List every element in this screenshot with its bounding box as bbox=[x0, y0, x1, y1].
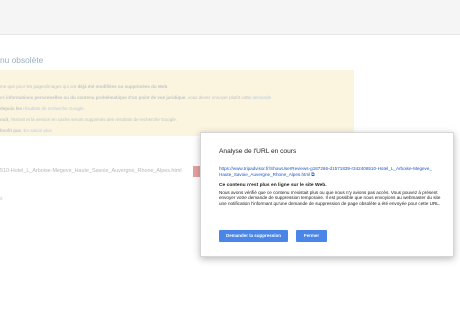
close-button[interactable]: Fermer bbox=[296, 230, 327, 242]
external-link-icon[interactable]: ⧉ bbox=[311, 172, 315, 179]
dialog-title: Analyse de l'URL en cours bbox=[219, 148, 297, 155]
info-line-4: ouit, l'extrait et la version en cache s… bbox=[0, 117, 177, 123]
info-bold-text: déjà été modifiées ou supprimées du Web bbox=[77, 84, 168, 89]
info-line-5: bsolit pas. En savoir plus bbox=[0, 128, 52, 134]
url-input[interactable]: 510-Hotel_L_Arboise-Megeve_Haute_Savoie_… bbox=[0, 166, 190, 177]
request-removal-button[interactable]: Demander la suppression bbox=[219, 230, 288, 242]
dialog-url-link[interactable]: https://www.tripadvisor.fr/ShowUserRevie… bbox=[219, 166, 434, 179]
info-text: me que pour les pages/images qui ont bbox=[0, 84, 78, 89]
info-bold-text: bsolit pas bbox=[0, 128, 22, 133]
info-text: , l'extrait et la version en cache seron… bbox=[8, 117, 177, 122]
dialog-body: Nous avons vérifié que ce contenu n'exis… bbox=[219, 189, 441, 206]
info-text: . bbox=[83, 106, 85, 111]
url-analysis-dialog: Analyse de l'URL en cours https://www.tr… bbox=[200, 132, 454, 257]
info-text: . bbox=[167, 84, 169, 89]
dialog-url-text[interactable]: https://www.tripadvisor.fr/ShowUserRevie… bbox=[219, 166, 432, 177]
info-bold-text: depuis les bbox=[0, 106, 24, 111]
search-results-link[interactable]: résultats de recherche Google bbox=[23, 106, 83, 111]
page-title: nu obsolète bbox=[0, 55, 44, 65]
info-box: me que pour les pages/images qui ont déj… bbox=[0, 70, 354, 136]
url-input-value: 510-Hotel_L_Arboise-Megeve_Haute_Savoie_… bbox=[0, 168, 182, 174]
learn-more-link[interactable]: En savoir plus bbox=[24, 128, 52, 133]
info-line-2: es informations personnelles ou du conte… bbox=[0, 95, 271, 101]
dialog-heading: Ce contenu n'est plus en ligne sur le si… bbox=[219, 183, 327, 188]
info-bold-text: informations personnelles ou du contenu … bbox=[6, 95, 186, 100]
background-text: s bbox=[0, 196, 3, 202]
info-line-1: me que pour les pages/images qui ont déj… bbox=[0, 84, 169, 90]
info-text: , vous devez envoyer plutôt cette bbox=[185, 95, 253, 100]
info-bold-text: ouit bbox=[0, 117, 9, 122]
demande-link[interactable]: demande bbox=[252, 95, 271, 100]
info-line-3: depuis les résultats de recherche Google… bbox=[0, 106, 85, 112]
top-bar bbox=[0, 0, 460, 35]
